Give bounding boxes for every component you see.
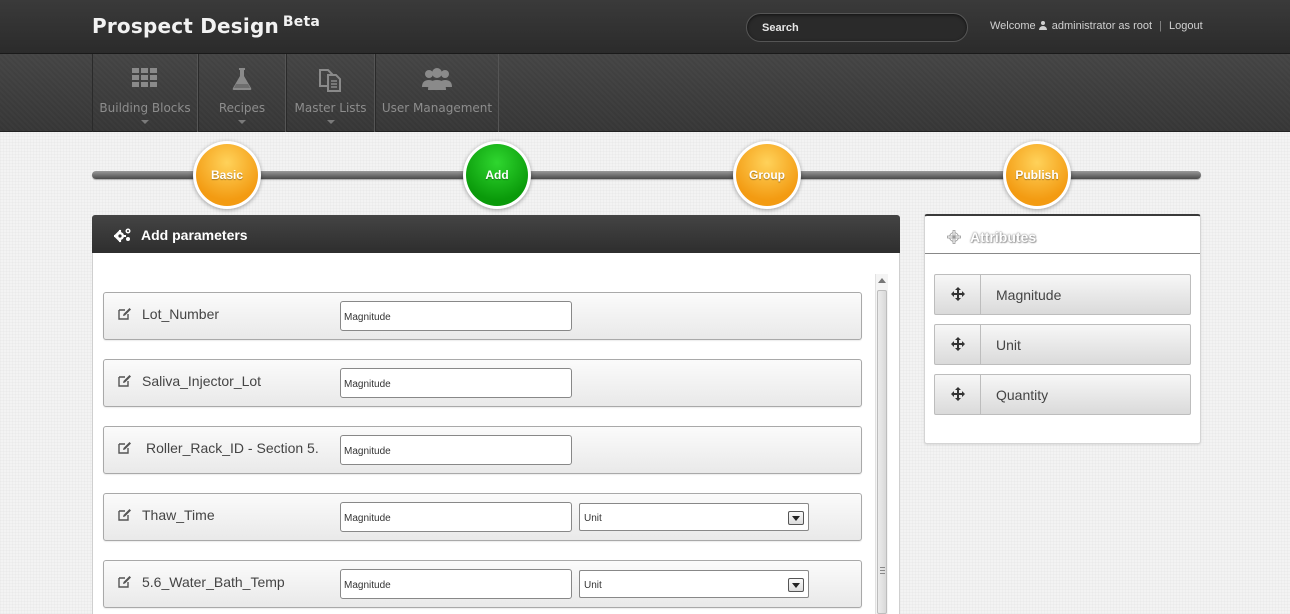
drag-handle[interactable] <box>935 375 981 414</box>
step-add[interactable]: Add <box>463 141 531 209</box>
welcome-label: Welcome <box>990 20 1036 32</box>
step-label: Group <box>736 144 798 206</box>
beta-badge: Beta <box>282 14 321 30</box>
unit-select[interactable]: Unit <box>579 503 809 531</box>
documents-icon <box>318 69 341 92</box>
edit-icon[interactable] <box>118 307 132 320</box>
move-icon <box>951 387 965 401</box>
attributes-header: Attributes <box>925 216 1200 254</box>
attribute-label: Quantity <box>996 387 1049 403</box>
welcome-area: Welcome administrator as root | Logout <box>990 20 1203 32</box>
unit-select[interactable]: Unit <box>579 570 809 598</box>
move-icon <box>951 287 965 301</box>
chevron-down-icon <box>238 120 246 124</box>
top-bar: Prospect DesignBeta Welcome administrato… <box>0 0 1290 54</box>
scroll-up-arrow-icon[interactable] <box>878 278 886 283</box>
unit-select-value: Unit <box>584 580 602 591</box>
step-label: Publish <box>1006 144 1068 206</box>
parameter-name: Roller_Rack_ID - Section 5. <box>146 440 318 456</box>
gear-icon <box>947 230 961 244</box>
brand-name: Prospect Design <box>92 14 279 38</box>
nav-label: User Management <box>381 101 493 115</box>
dropdown-arrow-icon[interactable] <box>788 511 804 525</box>
gears-icon <box>114 228 131 243</box>
main-nav: Building Blocks Recipes Master Lists Use <box>0 54 1290 132</box>
nav-label: Master Lists <box>294 101 367 115</box>
users-icon <box>422 68 452 90</box>
move-icon <box>951 337 965 351</box>
nav-item-recipes[interactable]: Recipes <box>198 54 286 132</box>
search-input[interactable] <box>746 13 968 42</box>
edit-icon[interactable] <box>118 508 132 521</box>
attribute-item-quantity[interactable]: Quantity <box>934 374 1191 415</box>
chevron-down-icon <box>326 120 335 124</box>
user-icon <box>1038 21 1047 30</box>
scroll-thumb[interactable] <box>877 290 887 614</box>
attributes-title: Attributes <box>970 229 1037 245</box>
magnitude-input[interactable] <box>340 502 572 532</box>
parameter-name: Saliva_Injector_Lot <box>142 373 262 389</box>
drag-handle[interactable] <box>935 275 981 314</box>
parameters-scrollbar[interactable] <box>875 274 888 614</box>
nav-item-building-blocks[interactable]: Building Blocks <box>92 54 198 132</box>
parameter-row: Roller_Rack_ID - Section 5. <box>103 426 862 474</box>
parameter-row: Saliva_Injector_Lot <box>103 359 862 407</box>
logout-link[interactable]: Logout <box>1169 20 1203 32</box>
step-group[interactable]: Group <box>733 141 801 209</box>
flask-icon <box>232 68 252 90</box>
nav-label: Building Blocks <box>99 101 191 115</box>
unit-select-value: Unit <box>584 513 602 524</box>
parameter-name: Thaw_Time <box>142 507 215 523</box>
step-label: Add <box>466 144 528 206</box>
attribute-label: Unit <box>996 337 1021 353</box>
separator: | <box>1159 20 1162 32</box>
parameter-row: Lot_Number <box>103 292 862 340</box>
current-user: administrator as root <box>1051 20 1153 32</box>
step-publish[interactable]: Publish <box>1003 141 1071 209</box>
step-basic[interactable]: Basic <box>193 141 261 209</box>
magnitude-input[interactable] <box>340 435 572 465</box>
parameter-row: 5.6_Water_Bath_Temp Unit <box>103 560 862 608</box>
grid-icon <box>132 68 157 87</box>
attribute-item-unit[interactable]: Unit <box>934 324 1191 365</box>
nav-item-master-lists[interactable]: Master Lists <box>286 54 375 132</box>
edit-icon[interactable] <box>118 374 132 387</box>
parameter-row: Thaw_Time Unit <box>103 493 862 541</box>
magnitude-input[interactable] <box>340 301 572 331</box>
drag-handle[interactable] <box>935 325 981 364</box>
attributes-panel: Attributes Magnitude Unit Quantity <box>924 214 1201 444</box>
attribute-label: Magnitude <box>996 287 1062 303</box>
magnitude-input[interactable] <box>340 569 572 599</box>
edit-icon[interactable] <box>118 575 132 588</box>
nav-label: Recipes <box>218 101 266 115</box>
edit-icon[interactable] <box>118 441 132 454</box>
panel-title: Add parameters <box>141 227 248 243</box>
magnitude-input[interactable] <box>340 368 572 398</box>
scroll-grip-icon <box>880 567 885 574</box>
step-label: Basic <box>196 144 258 206</box>
chevron-down-icon <box>141 120 149 124</box>
add-parameters-header: Add parameters <box>92 215 900 253</box>
attribute-item-magnitude[interactable]: Magnitude <box>934 274 1191 315</box>
parameter-name: Lot_Number <box>142 306 220 322</box>
nav-item-user-management[interactable]: User Management <box>375 54 499 132</box>
brand-title[interactable]: Prospect Design Beta <box>92 14 320 38</box>
parameter-name: 5.6_Water_Bath_Temp <box>142 574 285 590</box>
dropdown-arrow-icon[interactable] <box>788 578 804 592</box>
